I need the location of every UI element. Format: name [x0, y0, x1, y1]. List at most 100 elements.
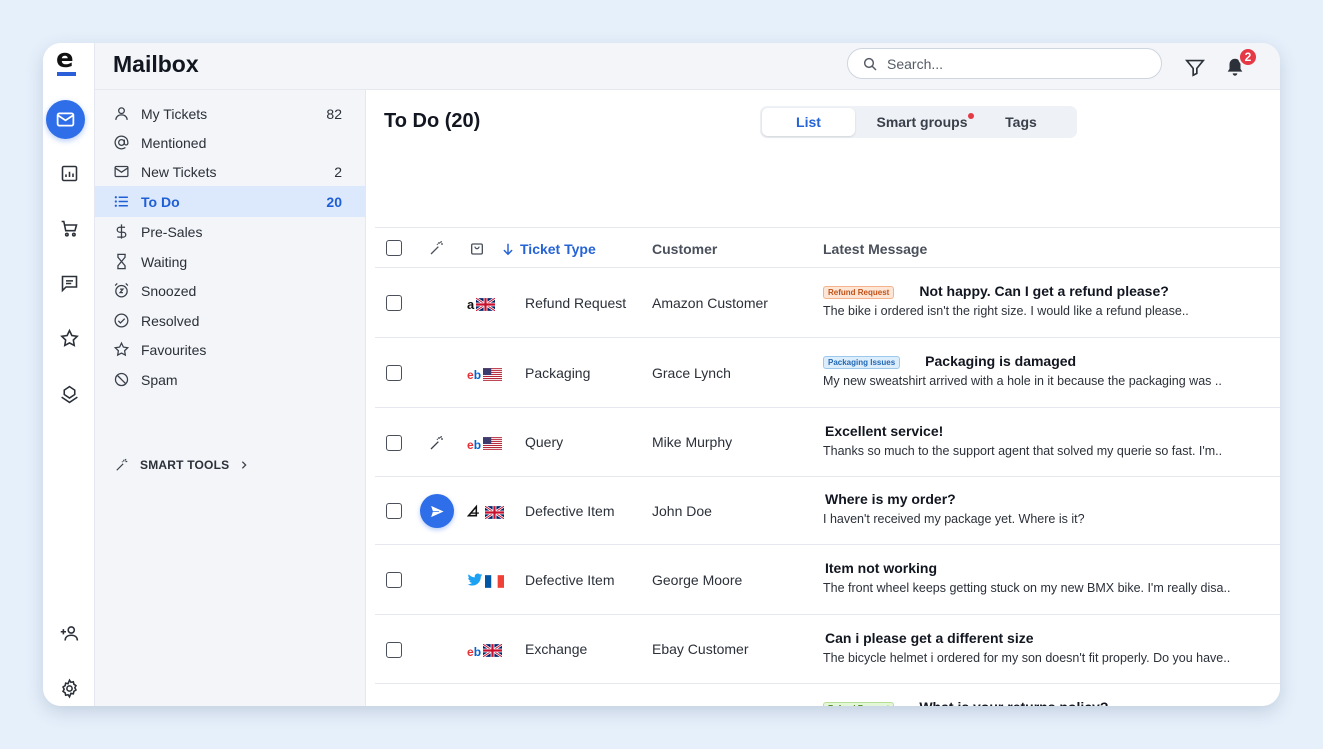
tab-tags[interactable]: Tags [988, 108, 1054, 136]
customer-name: Mike Murphy [652, 434, 733, 450]
customer-name: George Moore [652, 571, 743, 588]
row-checkbox[interactable] [386, 365, 402, 381]
table-row[interactable]: a Refund Request Amazon Customer Refund Re… [375, 268, 1280, 338]
latest-message: Refund Request Not happy. Can I get a ref… [823, 283, 1263, 318]
message-preview: My new sweatshirt arrived with a hole in… [823, 374, 1222, 388]
rail-add-user-button[interactable] [53, 617, 85, 649]
row-checkbox[interactable] [386, 434, 402, 451]
sidebar-item-new-tickets[interactable]: New Tickets 2 [95, 157, 366, 186]
gear-icon [61, 678, 77, 698]
rail-settings-button[interactable] [53, 672, 85, 704]
message-preview: I haven't received my package yet. Where… [823, 512, 1085, 526]
magic-wand-icon [430, 435, 443, 449]
select-all-checkbox[interactable] [386, 240, 402, 256]
source-channel [466, 504, 504, 520]
message-preview: The front wheel keeps getting stuck on m… [823, 581, 1231, 595]
latest-message: Where is my order? I haven't received my… [823, 491, 1263, 526]
ebay-icon: eb [467, 644, 482, 659]
ebay-icon: eb [467, 368, 482, 382]
user-icon [115, 107, 128, 120]
chevron-right-icon [242, 461, 247, 469]
tab-smart-groups[interactable]: Smart groups [862, 108, 982, 136]
table-row[interactable]: eb Query Mike Murphy Excellent service! Th… [375, 408, 1280, 477]
rail-inbox-button[interactable] [53, 378, 85, 410]
sidebar-item-my-tickets[interactable]: My Tickets 82 [95, 99, 366, 128]
top-header: Mailbox 2 [95, 43, 1280, 90]
latest-message: Item not working The front wheel keeps g… [823, 560, 1263, 595]
filter-icon[interactable] [1184, 56, 1206, 78]
smart-tools-toggle[interactable]: SMART TOOLS [115, 458, 260, 472]
column-label: Ticket Type [520, 241, 596, 257]
message-tag: Packaging Issues [823, 355, 901, 369]
source-channel: a [467, 296, 496, 312]
table-row[interactable]: eb Exchange Ebay Customer Can i please get… [375, 615, 1280, 684]
tab-list[interactable]: List [762, 108, 855, 136]
sidebar-item-spam[interactable]: Spam [95, 365, 366, 394]
block-icon [114, 372, 129, 387]
sidebar-item-label: Waiting [141, 253, 188, 270]
magic-wand-icon [430, 240, 443, 255]
message-title: Not happy. Can I get a refund please? [919, 283, 1169, 299]
ticket-type: Query [525, 434, 564, 450]
row-checkbox[interactable] [386, 572, 402, 588]
sidebar-item-waiting[interactable]: Waiting [95, 247, 366, 276]
fr-flag-icon [483, 575, 504, 588]
page-title: To Do (20) [384, 110, 481, 132]
row-checkbox[interactable] [386, 641, 402, 658]
sidebar-item-pre-sales[interactable]: Pre-Sales [95, 217, 366, 246]
table-row[interactable]: eb Packaging Grace Lynch Packaging Issues P… [375, 338, 1280, 408]
sidebar-item-to-do[interactable]: To Do 20 [95, 186, 366, 217]
source-channel [467, 573, 504, 590]
mail-icon [56, 112, 75, 127]
send-reply-button[interactable] [420, 494, 454, 528]
message-title: Where is my order? [825, 491, 956, 507]
search-box[interactable] [847, 48, 1162, 79]
sidebar-item-label: Mentioned [141, 134, 207, 151]
table-row[interactable]: Defective Item George Moore Item not work… [375, 545, 1280, 615]
list-icon [114, 196, 128, 207]
column-customer[interactable]: Customer [652, 241, 717, 257]
column-ticket-type[interactable]: Ticket Type [501, 241, 596, 257]
sidebar-item-label: Pre-Sales [141, 223, 203, 240]
sidebar-item-mentioned[interactable]: Mentioned [95, 128, 366, 157]
latest-message: Can i please get a different size The bi… [823, 630, 1263, 665]
latest-message: Refund Request What is your returns polic… [823, 699, 1263, 706]
check-circle-icon [114, 313, 129, 328]
table-row[interactable]: Defective Item John Doe Where is my order… [375, 477, 1280, 545]
column-latest-message[interactable]: Latest Message [823, 241, 927, 257]
message-title: Can i please get a different size [825, 629, 1034, 646]
message-preview: The bike i ordered isn't the right size.… [823, 304, 1189, 318]
message-title: What is your returns policy? [919, 699, 1108, 706]
search-input[interactable] [887, 55, 1137, 72]
app-title: Mailbox [113, 51, 199, 77]
ticket-type: Refund Request [525, 294, 627, 311]
row-checkbox[interactable] [386, 295, 402, 311]
rail-mailbox-button[interactable] [46, 100, 85, 139]
ticket-type: Packaging [525, 364, 591, 381]
icon-rail: e [43, 43, 95, 706]
sidebar-item-snoozed[interactable]: Snoozed [95, 276, 366, 305]
source-channel: eb [467, 366, 503, 382]
sidebar-item-favourites[interactable]: Favourites [95, 335, 366, 364]
dollar-icon [116, 224, 127, 239]
rail-reports-button[interactable] [53, 157, 85, 189]
row-checkbox[interactable] [386, 503, 402, 519]
rail-orders-button[interactable] [53, 212, 85, 244]
table-row[interactable]: aQueryAmazon Customer Refund RequestWhat… [375, 684, 1280, 706]
us-flag-icon [481, 437, 503, 450]
uk-flag-icon [483, 505, 504, 519]
source-channel: eb [467, 436, 503, 452]
message-title: Item not working [825, 560, 937, 576]
shop-icon [466, 504, 483, 520]
ticket-type: Exchange [525, 641, 588, 657]
sidebar-item-resolved[interactable]: Resolved [95, 306, 366, 335]
rail-messages-button[interactable] [53, 267, 85, 299]
sidebar-item-label: Favourites [141, 341, 207, 358]
at-icon [114, 135, 129, 150]
latest-message: Excellent service! Thanks so much to the… [823, 423, 1263, 458]
latest-message: Packaging Issues Packaging is damaged My … [823, 353, 1263, 388]
folder-sidebar: My Tickets 82 Mentioned New Tickets 2 To… [95, 90, 366, 706]
rail-favourites-button[interactable] [53, 322, 85, 354]
amazon-icon: a [467, 297, 475, 312]
app-logo: e [56, 46, 78, 76]
